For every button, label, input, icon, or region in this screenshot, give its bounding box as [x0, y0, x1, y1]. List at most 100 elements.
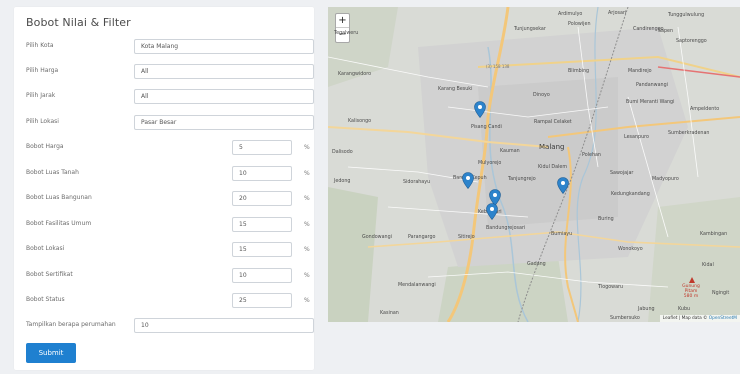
- field-row: Pilih Jarak All: [26, 89, 314, 105]
- map-place-label: Rampal Celaket: [534, 120, 572, 125]
- select-input[interactable]: Kota Malang: [134, 39, 314, 54]
- map-place-label: Kubu: [678, 307, 691, 312]
- map-place-label: Kedungkandang: [611, 192, 650, 197]
- map-place-label: Sumbersuko: [610, 316, 640, 321]
- field-label: Bobot Luas Tanah: [26, 169, 79, 176]
- field-label: Pilih Harga: [26, 67, 59, 74]
- select-input[interactable]: 10: [134, 318, 314, 333]
- field-row: Bobot Luas Tanah 10%: [26, 166, 314, 182]
- map-marker-icon[interactable]: [557, 177, 569, 194]
- map-place-label: Bandungrejosari: [486, 226, 526, 231]
- map-place-label: Pisang Candi: [471, 125, 502, 130]
- map-tiles: [328, 7, 740, 322]
- filter-panel: Bobot Nilai & Filter Pilih Kota Kota Mala…: [14, 7, 314, 370]
- map-place-label: Tanjungrejo: [508, 177, 536, 182]
- field-label: Bobot Luas Bangunan: [26, 194, 92, 201]
- map-place-label: Kambingan: [700, 232, 728, 237]
- map-place-label: Jabung: [638, 307, 655, 312]
- map-place-label: Karang Besuki: [438, 87, 473, 92]
- map-place-label: Madyopuro: [652, 177, 679, 182]
- field-label: Bobot Fasilitas Umum: [26, 220, 92, 227]
- field-row: Bobot Sertifikat 10%: [26, 268, 314, 284]
- map-view[interactable]: + − (3) 158 138 Ardimulyo Arjosari Tunjung…: [328, 7, 740, 322]
- percent-unit: %: [304, 297, 310, 304]
- map-place-label: Malang: [539, 143, 565, 151]
- percent-unit: %: [304, 272, 310, 279]
- map-place-label: Tunjungsekar: [514, 27, 546, 32]
- field-row: Bobot Luas Bangunan 20%: [26, 191, 314, 207]
- select-input[interactable]: All: [134, 64, 314, 79]
- map-peak-label: Gunung Pitam 580 m: [682, 284, 700, 299]
- map-place-label: Blimbing: [568, 69, 590, 74]
- map-place-label: Mulyorejo: [478, 161, 502, 166]
- map-place-label: Tunggulwulung: [668, 13, 705, 18]
- panel-title: Bobot Nilai & Filter: [26, 16, 131, 29]
- percent-unit: %: [304, 144, 310, 151]
- map-place-label: Karangwidoro: [338, 72, 372, 77]
- map-place-label: Sitirejo: [458, 235, 475, 240]
- field-row: Bobot Status 25%: [26, 293, 314, 309]
- field-row: Pilih Harga All: [26, 64, 314, 80]
- map-attribution: Leaflet | Map data © OpenStreetM: [659, 315, 740, 322]
- map-place-label: Mandirejo: [628, 69, 652, 74]
- map-marker-icon[interactable]: [486, 203, 498, 220]
- map-place-label: Jedong: [334, 179, 351, 184]
- map-place-label: Gondowangi: [362, 235, 392, 240]
- map-place-label: Bumi Meranti Wangi: [626, 100, 675, 105]
- select-input[interactable]: All: [134, 89, 314, 104]
- map-place-label: Gadang: [527, 262, 546, 267]
- field-row: Pilih Lokasi Pasar Besar: [26, 115, 314, 131]
- map-place-label: Buring: [598, 217, 614, 222]
- weight-input[interactable]: 20: [232, 191, 292, 206]
- weight-input[interactable]: 5: [232, 140, 292, 155]
- page-background: [328, 322, 740, 374]
- map-place-label: Bumiayu: [551, 232, 573, 237]
- field-label: Pilih Jarak: [26, 92, 56, 99]
- percent-unit: %: [304, 246, 310, 253]
- zoom-control: + −: [335, 13, 350, 43]
- percent-unit: %: [304, 195, 310, 202]
- field-label: Pilih Kota: [26, 42, 54, 49]
- map-place-label: Sapen: [658, 29, 674, 34]
- field-row: Bobot Lokasi 15%: [26, 242, 314, 258]
- zoom-in-button[interactable]: +: [336, 14, 349, 28]
- map-place-label: Kalisongo: [348, 119, 372, 124]
- field-label: Bobot Harga: [26, 143, 64, 150]
- map-place-label: Kasinan: [380, 311, 399, 316]
- field-label: Pilih Lokasi: [26, 118, 59, 125]
- field-label: Tampilkan berapa perumahan: [26, 321, 116, 328]
- road-label: (3) 158 138: [486, 64, 510, 69]
- map-place-label: Dalisodo: [332, 150, 353, 155]
- map-place-label: Ngingit: [712, 291, 730, 296]
- field-row: Bobot Fasilitas Umum 15%: [26, 217, 314, 233]
- field-row: Tampilkan berapa perumahan 10: [26, 318, 314, 334]
- weight-input[interactable]: 15: [232, 217, 292, 232]
- map-place-label: Mendalanwangi: [398, 283, 436, 288]
- submit-button[interactable]: Submit: [26, 343, 76, 363]
- map-place-label: Ampeldento: [690, 107, 720, 112]
- map-place-label: Polowijen: [568, 22, 591, 27]
- map-place-label: Dinoyo: [533, 93, 550, 98]
- map-place-label: Tegalweru: [334, 31, 359, 36]
- map-marker-icon[interactable]: [462, 172, 474, 189]
- map-marker-icon[interactable]: [474, 101, 486, 118]
- map-place-label: Sumberkradenan: [668, 131, 710, 136]
- weight-input[interactable]: 15: [232, 242, 292, 257]
- map-place-label: Sawojajar: [610, 171, 634, 176]
- map-place-label: Wonokoyo: [618, 247, 643, 252]
- map-place-label: Tlogowaru: [598, 285, 624, 290]
- map-place-label: Pandanwangi: [636, 83, 668, 88]
- map-place-label: Parangargo: [408, 235, 436, 240]
- map-place-label: Kidal: [702, 263, 714, 268]
- map-place-label: Kauman: [500, 149, 520, 154]
- map-place-label: Lesanpuro: [624, 135, 649, 140]
- field-label: Bobot Sertifikat: [26, 271, 73, 278]
- attribution-link[interactable]: OpenStreetM: [709, 316, 737, 321]
- attribution-text: Leaflet | Map data ©: [662, 316, 709, 321]
- select-input[interactable]: Pasar Besar: [134, 115, 314, 130]
- weight-input[interactable]: 10: [232, 268, 292, 283]
- map-place-label: Polehan: [582, 153, 601, 158]
- field-label: Bobot Lokasi: [26, 245, 65, 252]
- weight-input[interactable]: 10: [232, 166, 292, 181]
- weight-input[interactable]: 25: [232, 293, 292, 308]
